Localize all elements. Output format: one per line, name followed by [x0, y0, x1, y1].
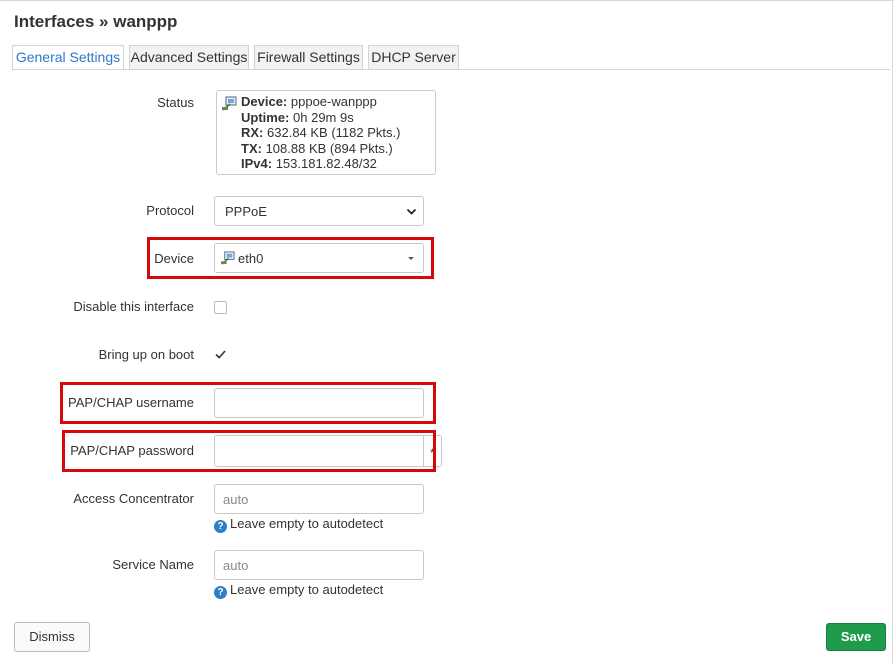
status-tx-line: TX: 108.88 KB (894 Pkts.): [241, 140, 393, 156]
disable-interface-label: Disable this interface: [73, 299, 194, 314]
access-concentrator-help-text: Leave empty to autodetect: [230, 516, 384, 531]
help-icon: ?: [214, 520, 227, 533]
dismiss-button[interactable]: Dismiss: [14, 622, 90, 652]
tab-divider: [12, 69, 890, 70]
service-name-help: ? Leave empty to autodetect: [214, 582, 383, 599]
help-icon: ?: [214, 586, 227, 599]
protocol-value: PPPoE: [225, 204, 267, 219]
status-box: Device: pppoe-wanppp Uptime: 0h 29m 9s R…: [216, 90, 436, 175]
username-highlight-box: [60, 382, 436, 424]
service-name-help-text: Leave empty to autodetect: [230, 582, 384, 597]
access-concentrator-input[interactable]: [214, 484, 424, 514]
save-button[interactable]: Save: [826, 623, 886, 651]
bring-up-on-boot-label: Bring up on boot: [98, 347, 194, 362]
chevron-down-icon: [406, 205, 417, 220]
service-name-input[interactable]: [214, 550, 424, 580]
frame-right-border: [892, 0, 893, 664]
status-label: Status: [157, 95, 194, 110]
status-uptime-line: Uptime: 0h 29m 9s: [241, 109, 354, 125]
frame-top-border: [0, 0, 894, 1]
tab-advanced-settings[interactable]: Advanced Settings: [129, 45, 249, 69]
status-rx-line: RX: 632.84 KB (1182 Pkts.): [241, 125, 401, 140]
bring-up-on-boot-checkbox[interactable]: [214, 348, 227, 361]
status-ipv4-line: IPv4: 153.181.82.48/32: [241, 156, 377, 171]
page-title: Interfaces » wanppp: [14, 12, 178, 31]
device-highlight-box: [147, 237, 434, 279]
service-name-label: Service Name: [112, 557, 194, 572]
tab-general-settings[interactable]: General Settings: [12, 45, 124, 70]
password-highlight-box: [62, 430, 436, 472]
status-device-line: Device: pppoe-wanppp: [241, 94, 377, 109]
disable-interface-checkbox[interactable]: [214, 301, 227, 314]
checkmark-icon: [215, 350, 226, 359]
tab-dhcp-server[interactable]: DHCP Server: [368, 45, 459, 69]
access-concentrator-label: Access Concentrator: [73, 491, 194, 506]
access-concentrator-help: ? Leave empty to autodetect: [214, 516, 383, 533]
protocol-label: Protocol: [146, 203, 194, 218]
tab-firewall-settings[interactable]: Firewall Settings: [254, 45, 363, 69]
protocol-select[interactable]: PPPoE: [214, 196, 424, 226]
network-device-icon: [222, 96, 237, 115]
